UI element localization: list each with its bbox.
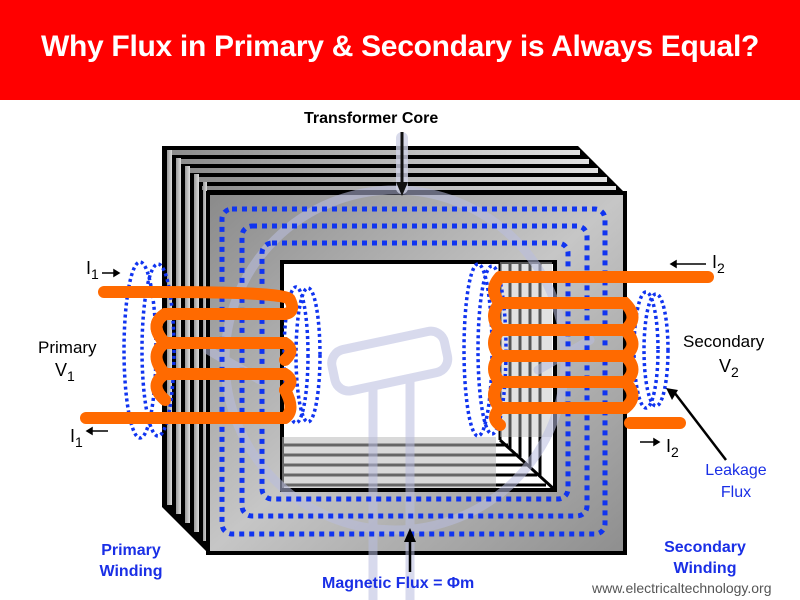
primary-label: Primary bbox=[38, 338, 97, 357]
leakage-flux-line2: Flux bbox=[720, 484, 752, 501]
voltage-subscript: 1 bbox=[67, 368, 75, 384]
primary-current-in-label: I1 bbox=[86, 258, 99, 282]
secondary-winding-line2: Winding bbox=[673, 560, 737, 577]
primary-voltage-label: V1 bbox=[55, 360, 75, 384]
secondary-current-out-label: I2 bbox=[666, 436, 679, 460]
secondary-winding-label: Secondary Winding bbox=[650, 537, 760, 579]
transformer-diagram bbox=[80, 132, 727, 600]
primary-winding-line2: Winding bbox=[99, 563, 163, 580]
leakage-flux-label: Leakage Flux bbox=[696, 460, 776, 504]
current-subscript: 1 bbox=[91, 266, 99, 282]
secondary-label: Secondary bbox=[683, 332, 765, 351]
secondary-winding-line1: Secondary bbox=[664, 539, 746, 556]
primary-current-out-label: I1 bbox=[70, 426, 83, 450]
voltage-symbol: V bbox=[55, 360, 68, 380]
secondary-current-in-label: I2 bbox=[712, 252, 725, 276]
secondary-winding bbox=[488, 271, 714, 431]
current-subscript: 1 bbox=[75, 434, 83, 450]
current-subscript: 2 bbox=[717, 260, 725, 276]
voltage-subscript: 2 bbox=[731, 364, 739, 380]
website-url: www.electricaltechnology.org bbox=[592, 580, 772, 596]
voltage-symbol: V bbox=[719, 356, 732, 376]
core-pointer-arrow bbox=[396, 132, 408, 196]
current-subscript: 2 bbox=[671, 444, 679, 460]
primary-winding-line1: Primary bbox=[101, 542, 161, 559]
secondary-voltage-label: V2 bbox=[719, 356, 739, 380]
magnetic-flux-label: Magnetic Flux = Φm bbox=[322, 575, 475, 592]
primary-winding-label: Primary Winding bbox=[86, 540, 176, 582]
leakage-flux-line1: Leakage bbox=[705, 462, 767, 479]
transformer-core-label: Transformer Core bbox=[304, 110, 439, 127]
